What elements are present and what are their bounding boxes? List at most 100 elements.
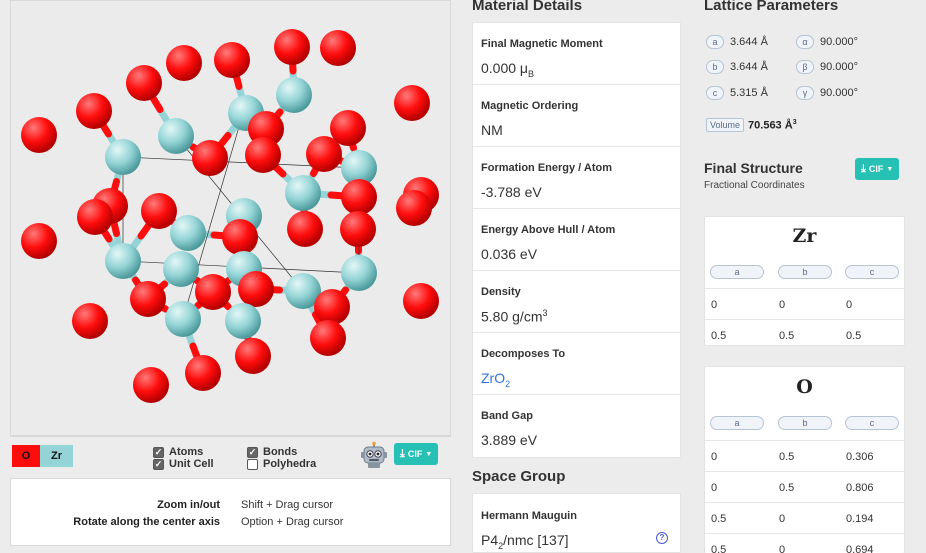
- o-atom: [396, 190, 432, 226]
- o-atom: [72, 303, 108, 339]
- chevron-down-icon: ▼: [425, 450, 433, 458]
- angle-tag: α: [796, 35, 814, 49]
- col-header-a[interactable]: a: [710, 416, 764, 430]
- space-group-heading: Space Group: [472, 468, 566, 485]
- download-icon: ⤓: [400, 447, 405, 460]
- prop-magnetic-ordering: Magnetic Ordering NM: [473, 85, 680, 147]
- bonds-checkbox[interactable]: ✓ Bonds: [247, 446, 297, 458]
- space-group-card: Hermann Mauguin P42/nmc [137] ?: [472, 493, 681, 553]
- crystal-structure-canvas[interactable]: [11, 1, 451, 436]
- col-header-b[interactable]: b: [778, 265, 832, 279]
- prop-value: -3.788 eV: [481, 184, 542, 200]
- polyhedra-check-box[interactable]: [247, 458, 258, 470]
- o-atom: [214, 42, 250, 78]
- download-icon: ⤓: [861, 162, 866, 175]
- prop-value: NM: [481, 122, 503, 138]
- o-atom: [77, 199, 113, 235]
- cif-label: CIF: [868, 164, 884, 174]
- prop-label: Formation Energy / Atom: [481, 162, 612, 174]
- prop-value: 3.889 eV: [481, 432, 538, 448]
- zr-atom: [170, 215, 206, 251]
- volume-tag: Volume: [706, 118, 745, 132]
- zr-atom: [163, 251, 199, 287]
- table-row: 0.5 0 0.194: [705, 502, 904, 533]
- lattice-tag: c: [706, 86, 724, 100]
- zr-atom: [285, 175, 321, 211]
- angle-tag: γ: [796, 86, 814, 100]
- help-value: Shift + Drag cursor: [241, 499, 334, 511]
- robot-icon[interactable]: [360, 441, 388, 469]
- decomposes-to-link[interactable]: ZrO2: [481, 370, 510, 389]
- hermann-mauguin-value: P42/nmc [137]: [481, 532, 569, 551]
- help-value: Option + Drag cursor: [241, 516, 344, 528]
- material-details-heading: Material Details: [472, 0, 583, 14]
- angle-tag: β: [796, 60, 814, 74]
- structure-viewer[interactable]: [10, 0, 451, 436]
- lattice-value: 5.315 Å: [730, 87, 768, 99]
- atoms-check-box[interactable]: ✓: [153, 446, 164, 458]
- o-atom: [314, 289, 350, 325]
- lattice-row-b: b 3.644 Å β 90.000°: [706, 60, 858, 74]
- prop-decomposes-to: Decomposes To ZrO2: [473, 333, 680, 395]
- viewer-help-box: Zoom in/out Shift + Drag cursor Rotate a…: [10, 478, 451, 546]
- polyhedra-checkbox[interactable]: Polyhedra: [247, 458, 316, 470]
- o-atom: [21, 223, 57, 259]
- lattice-tag: a: [706, 35, 724, 49]
- coord-card-o: O a b c 0 0.5 0.306 0 0.5 0.806 0.5 0 0.…: [704, 366, 905, 553]
- prop-magnetic-moment: Final Magnetic Moment 0.000 μB: [473, 23, 680, 85]
- o-atom: [245, 137, 281, 173]
- prop-label: Final Magnetic Moment: [481, 38, 603, 50]
- legend-oxygen[interactable]: O: [12, 445, 40, 467]
- angle-value: 90.000°: [820, 61, 859, 73]
- o-atom: [341, 179, 377, 215]
- o-atom: [235, 338, 271, 374]
- help-row-zoom: Zoom in/out Shift + Drag cursor: [11, 499, 450, 513]
- prop-density: Density 5.80 g/cm3: [473, 271, 680, 333]
- legend-zirconium[interactable]: Zr: [40, 445, 73, 467]
- zr-atom: [105, 139, 141, 175]
- bonds-check-box[interactable]: ✓: [247, 446, 258, 458]
- col-header-a[interactable]: a: [710, 265, 764, 279]
- element-title: Zr: [792, 225, 817, 247]
- o-atom: [340, 211, 376, 247]
- table-row: 0 0.5 0.806: [705, 471, 904, 502]
- atoms-checkbox[interactable]: ✓ Atoms: [153, 446, 203, 458]
- unit-cell-checkbox[interactable]: ✓ Unit Cell: [153, 458, 214, 470]
- lattice-row-a: a 3.644 Å α 90.000°: [706, 35, 858, 49]
- lattice-tag: b: [706, 60, 724, 74]
- unit-cell-check-box[interactable]: ✓: [153, 458, 164, 470]
- help-circle-icon[interactable]: ?: [656, 532, 668, 544]
- table-row: 0.5 0 0.694: [705, 533, 904, 553]
- structure-cif-download-button[interactable]: ⤓ CIF ▼: [855, 158, 900, 180]
- cif-label: CIF: [407, 449, 423, 459]
- col-header-c[interactable]: c: [845, 265, 899, 279]
- volume-value: 70.563 Å3: [748, 118, 797, 132]
- prop-energy-above-hull: Energy Above Hull / Atom 0.036 eV: [473, 209, 680, 271]
- hermann-mauguin-label: Hermann Mauguin: [481, 510, 577, 522]
- prop-value: 0.036 eV: [481, 246, 538, 262]
- polyhedra-label: Polyhedra: [263, 458, 317, 470]
- prop-label: Magnetic Ordering: [481, 100, 579, 112]
- viewer-cif-download-button[interactable]: ⤓ CIF ▼: [394, 443, 439, 465]
- prop-label: Band Gap: [481, 410, 533, 422]
- o-atom: [21, 117, 57, 153]
- table-row: 0 0.5 0.306: [705, 440, 904, 471]
- prop-label: Density: [481, 286, 521, 298]
- coord-card-zr: Zr a b c 0 0 0 0.5 0.5 0.5: [704, 216, 905, 346]
- zr-atom: [158, 118, 194, 154]
- lattice-parameters-heading: Lattice Parameters: [704, 0, 839, 14]
- o-atom: [274, 29, 310, 65]
- col-header-b[interactable]: b: [778, 416, 832, 430]
- lattice-value: 3.644 Å: [730, 36, 768, 48]
- zr-atom: [165, 301, 201, 337]
- o-atom: [185, 355, 221, 391]
- prop-value: 0.000 μB: [481, 60, 535, 79]
- o-atom: [403, 283, 439, 319]
- zr-atom: [225, 303, 261, 339]
- col-header-c[interactable]: c: [845, 416, 899, 430]
- zr-atom: [341, 255, 377, 291]
- prop-band-gap: Band Gap 3.889 eV: [473, 395, 680, 457]
- unit-cell-label: Unit Cell: [169, 458, 214, 470]
- help-key: Zoom in/out: [157, 499, 220, 511]
- help-row-rotate: Rotate along the center axis Option + Dr…: [11, 516, 450, 530]
